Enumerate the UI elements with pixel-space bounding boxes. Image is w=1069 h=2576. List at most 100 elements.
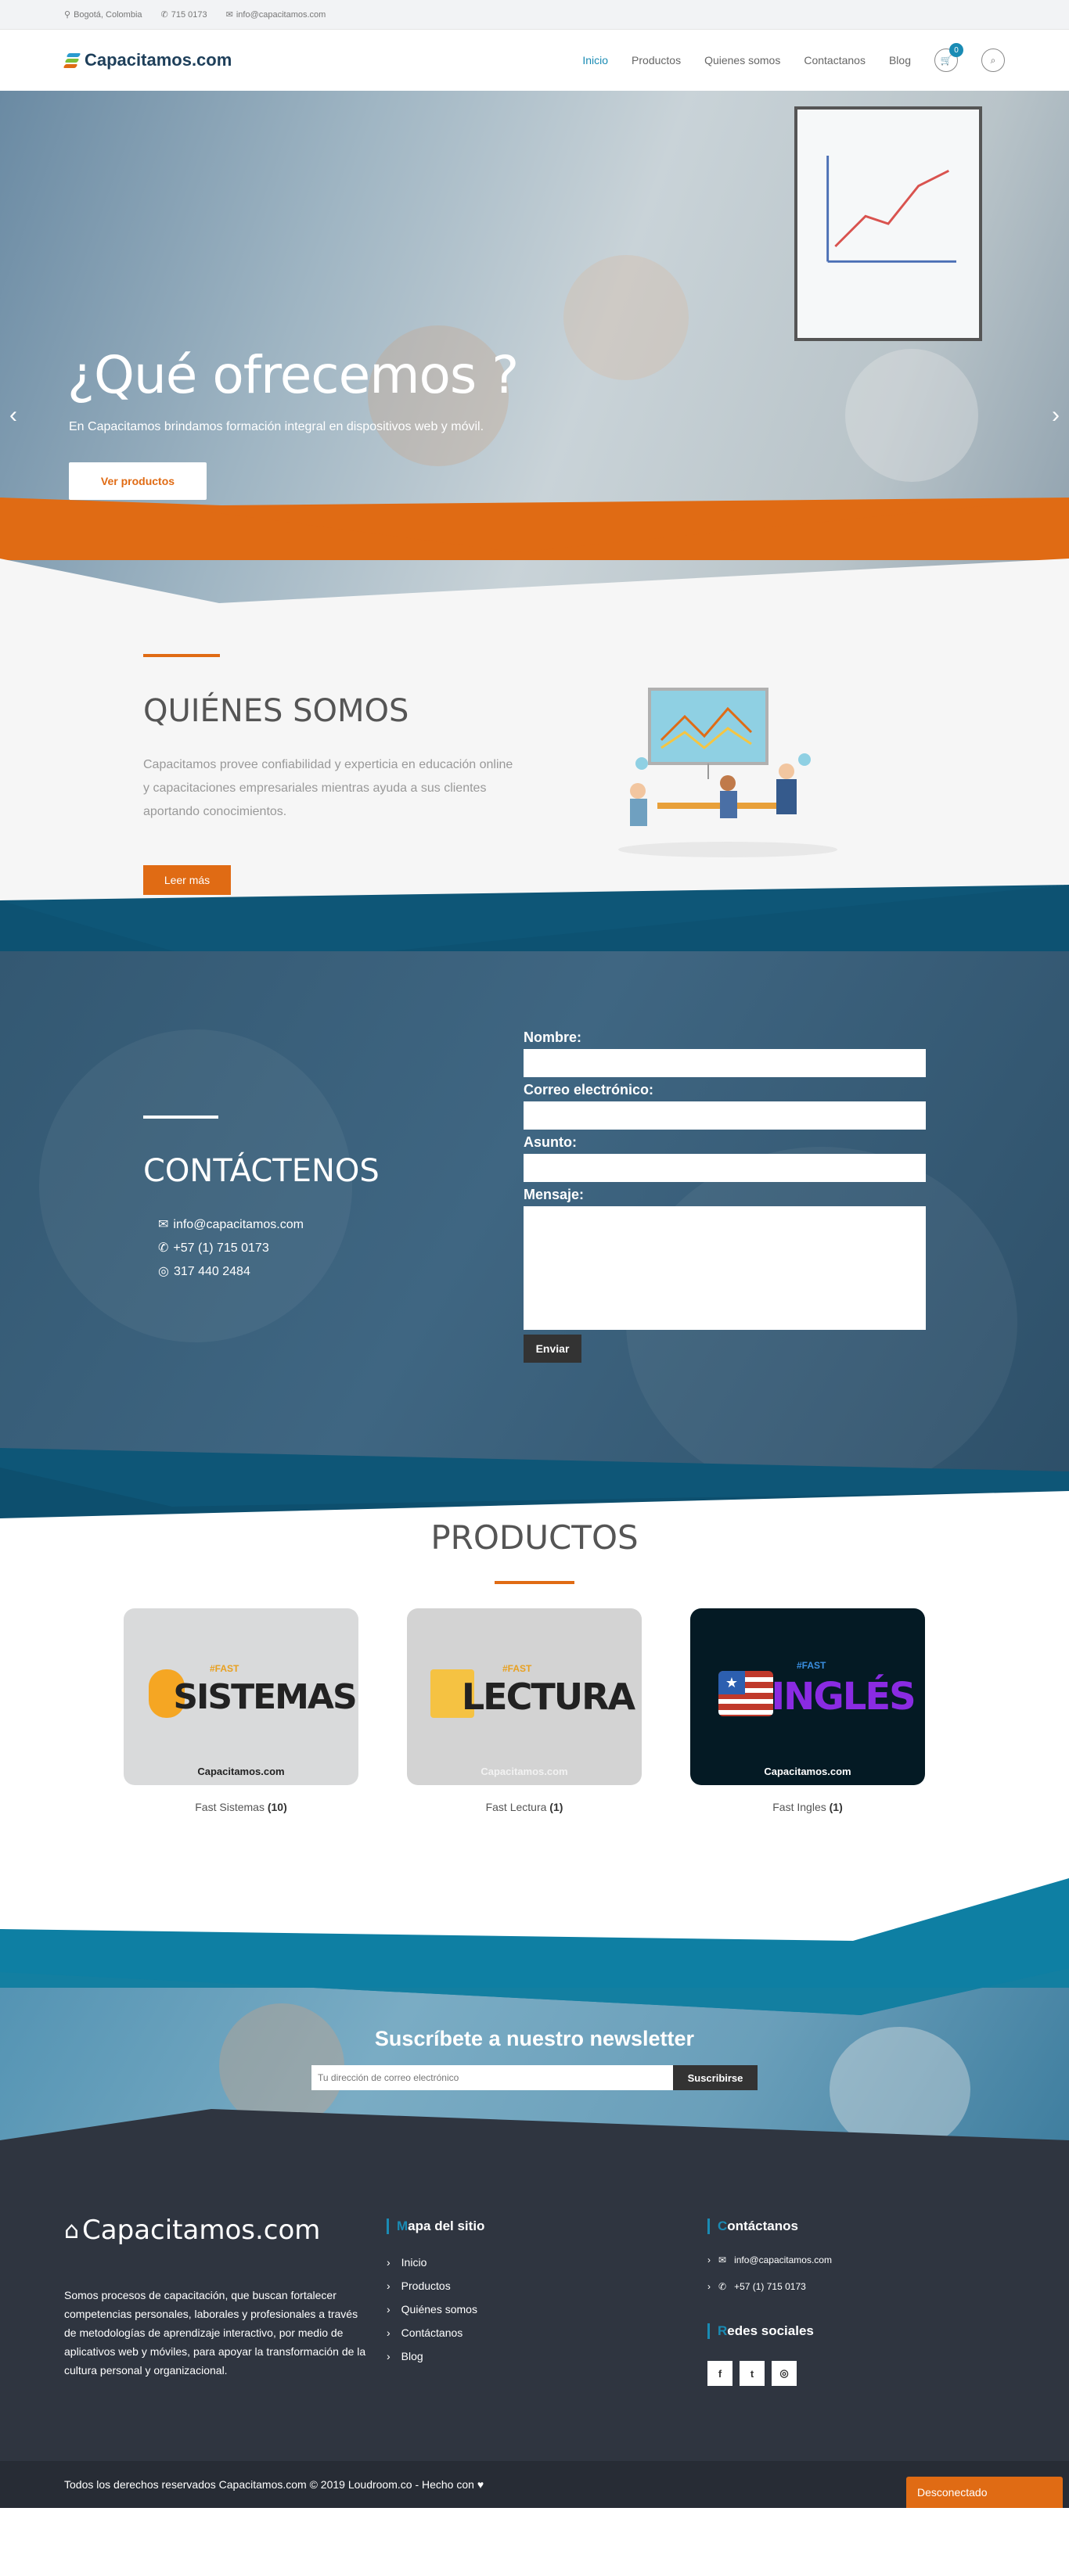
nav-productos[interactable]: Productos (632, 54, 681, 66)
product-tag: #FAST (210, 1663, 239, 1674)
slider-next-icon[interactable]: › (1052, 402, 1060, 429)
site-footer: ⌂ Capacitamos.com Somos procesos de capa… (0, 2140, 1069, 2461)
product-image[interactable]: #FAST SISTEMAS Capacitamos.com (124, 1608, 358, 1785)
contact-form: Nombre: Correo electrónico: Asunto: Mens… (524, 1029, 926, 1363)
footer-link-contactanos[interactable]: Contáctanos (387, 2326, 484, 2339)
contact-phone: +57 (1) 715 0173 (173, 1241, 269, 1255)
social-heading-initial: R (718, 2323, 728, 2338)
product-name[interactable]: Fast Lectura (486, 1801, 547, 1813)
nav-blog[interactable]: Blog (889, 54, 911, 66)
product-cards: #FAST SISTEMAS Capacitamos.com Fast Sist… (124, 1608, 925, 1813)
hero-slider: ¿Qué ofrecemos ? En Capacitamos brindamo… (0, 91, 1069, 603)
contact-heading-text: ontáctanos (727, 2219, 798, 2233)
product-tag: #FAST (502, 1663, 532, 1674)
instagram-icon[interactable]: ◎ (772, 2361, 797, 2386)
footer-email-line[interactable]: › ✉ info@capacitamos.com (707, 2254, 832, 2265)
product-brand: Capacitamos.com (481, 1766, 568, 1777)
product-image[interactable]: #FAST LECTURA Capacitamos.com (407, 1608, 642, 1785)
email-info[interactable]: ✉ info@capacitamos.com (226, 9, 326, 20)
product-caption[interactable]: Fast Ingles (1) (690, 1801, 925, 1813)
footer-contact: Contáctanos › ✉ info@capacitamos.com › ✆ +57… (707, 2219, 832, 2386)
location-text: Bogotá, Colombia (74, 9, 142, 20)
footer-link-quienes-somos[interactable]: Quiénes somos (387, 2303, 484, 2316)
product-card[interactable]: #FAST ★ INGLÉS Capacitamos.com Fast Ingl… (690, 1608, 925, 1813)
contact-phone-line: ✆ +57 (1) 715 0173 (158, 1237, 304, 1260)
contact-info: ✉ info@capacitamos.com ✆ +57 (1) 715 0173 … (158, 1213, 304, 1284)
product-tag: #FAST (797, 1660, 826, 1671)
newsletter-section: Suscríbete a nuestro newsletter Tu direc… (0, 1855, 1069, 2140)
product-count: (10) (267, 1801, 287, 1813)
products-title: PRODUCTOS (430, 1518, 639, 1557)
product-caption[interactable]: Fast Lectura (1) (407, 1801, 642, 1813)
contact-email[interactable]: info@capacitamos.com (173, 1213, 304, 1237)
envelope-icon: ✉ (225, 10, 233, 20)
hero-subtitle: En Capacitamos brindamos formación integ… (69, 420, 484, 433)
sitemap-heading: Mapa del sitio (387, 2219, 484, 2234)
offline-chat-tab[interactable]: Desconectado (906, 2477, 1063, 2508)
product-name[interactable]: Fast Ingles (772, 1801, 826, 1813)
email-text[interactable]: info@capacitamos.com (236, 10, 326, 20)
nav-inicio[interactable]: Inicio (582, 54, 608, 66)
product-word: LECTURA (461, 1676, 635, 1718)
logo-text: Capacitamos.com (85, 50, 232, 70)
view-products-button[interactable]: Ver productos (69, 462, 207, 500)
main-nav: Inicio Productos Quienes somos Contactan… (582, 43, 1005, 72)
footer-link-inicio[interactable]: Inicio (387, 2256, 484, 2269)
email-field[interactable] (524, 1101, 926, 1130)
cart-count-badge: 0 (949, 43, 963, 57)
product-image[interactable]: #FAST ★ INGLÉS Capacitamos.com (690, 1608, 925, 1785)
hero-title: ¿Qué ofrecemos ? (67, 345, 519, 405)
product-brand: Capacitamos.com (197, 1766, 285, 1777)
search-icon: ⌕ (990, 54, 996, 66)
envelope-icon: ✉ (718, 2254, 727, 2265)
slider-prev-icon[interactable]: ‹ (9, 402, 17, 429)
product-caption[interactable]: Fast Sistemas (10) (124, 1801, 358, 1813)
product-card[interactable]: #FAST LECTURA Capacitamos.com Fast Lectu… (407, 1608, 642, 1813)
phone-icon: ✆ (158, 1241, 169, 1255)
message-field[interactable] (524, 1206, 926, 1330)
site-logo[interactable]: Capacitamos.com (63, 50, 232, 70)
cart-button[interactable]: 🛒 0 (934, 43, 963, 72)
footer-phone-line: › ✆ +57 (1) 715 0173 (707, 2281, 806, 2292)
product-brand: Capacitamos.com (764, 1766, 851, 1777)
facebook-icon[interactable]: f (707, 2361, 732, 2386)
nav-quienes-somos[interactable]: Quienes somos (704, 54, 780, 66)
products-section: PRODUCTOS #FAST SISTEMAS Capacitamos.com… (0, 1491, 1069, 1855)
whatsapp-icon: ◎ (158, 1265, 169, 1278)
top-bar: ⚲ Bogotá, Colombia ✆ 715 0173 ✉ info@capaci… (0, 0, 1069, 30)
phone-icon: ✆ (718, 2281, 727, 2292)
newsletter-email-input[interactable]: Tu dirección de correo electrónico (311, 2065, 673, 2090)
product-count: (1) (829, 1801, 843, 1813)
phone-info: ✆ 715 0173 (161, 9, 207, 20)
name-field[interactable] (524, 1049, 926, 1077)
newsletter-bottom-band (0, 2109, 1069, 2140)
send-button[interactable]: Enviar (524, 1335, 581, 1363)
star-icon: ★ (718, 1671, 745, 1694)
footer-logo[interactable]: ⌂ Capacitamos.com (64, 2215, 320, 2246)
contact-title: CONTÁCTENOS (143, 1153, 380, 1189)
meeting-illustration-icon (618, 688, 837, 857)
subscribe-button[interactable]: Suscribirse (673, 2065, 758, 2090)
footer-link-productos[interactable]: Productos (387, 2280, 484, 2292)
cart-icon: 🛒 (940, 55, 952, 66)
search-button[interactable]: ⌕ (981, 49, 1005, 72)
read-more-button[interactable]: Leer más (143, 865, 231, 895)
twitter-icon[interactable]: t (740, 2361, 765, 2386)
heart-icon: ♥ (477, 2478, 484, 2491)
footer-link-blog[interactable]: Blog (387, 2350, 484, 2362)
about-section: QUIÉNES SOMOS Capacitamos provee confiab… (0, 603, 1069, 951)
logo-mark-icon (63, 50, 81, 70)
about-title: QUIÉNES SOMOS (143, 693, 409, 729)
contact-email-line[interactable]: ✉ info@capacitamos.com (158, 1213, 304, 1237)
product-card[interactable]: #FAST SISTEMAS Capacitamos.com Fast Sist… (124, 1608, 358, 1813)
social-heading: Redes sociales (707, 2323, 832, 2339)
nav-contactanos[interactable]: Contactanos (804, 54, 866, 66)
footer-contact-heading: Contáctanos (707, 2219, 832, 2234)
footer-logo-text: Capacitamos.com (82, 2215, 321, 2246)
subject-field[interactable] (524, 1154, 926, 1182)
product-name[interactable]: Fast Sistemas (195, 1801, 265, 1813)
footer-email[interactable]: info@capacitamos.com (734, 2254, 832, 2265)
envelope-icon: ✉ (158, 1218, 169, 1231)
product-word: INGLÉS (771, 1675, 916, 1719)
email-label: Correo electrónico: (524, 1082, 654, 1098)
